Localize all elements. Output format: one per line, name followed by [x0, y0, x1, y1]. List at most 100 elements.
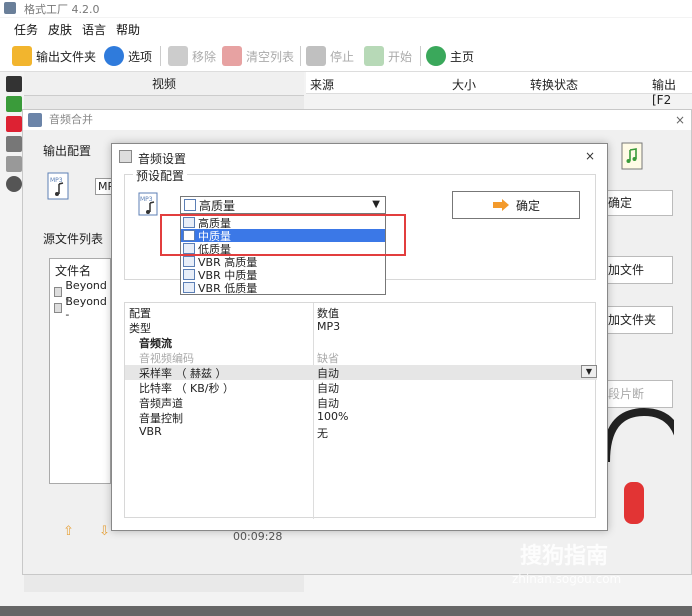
watermark-logo: 搜狗指南: [520, 544, 609, 569]
merge-confirm-button[interactable]: 确定: [597, 190, 673, 216]
close-icon[interactable]: ×: [675, 110, 685, 130]
toolbar-separator: [160, 46, 161, 66]
col-size[interactable]: 大小: [452, 76, 476, 93]
prop-value: 自动: [317, 397, 339, 410]
remove-button[interactable]: 移除: [168, 45, 216, 67]
table-row-section[interactable]: 音频流: [125, 335, 597, 350]
ok-label: 确定: [515, 198, 540, 213]
start-label: 开始: [388, 49, 413, 64]
image-icon[interactable]: [6, 116, 22, 132]
table-header-row: 配置 数值: [125, 305, 597, 320]
watermark-url: zhinan.sogou.com: [512, 572, 622, 586]
toolbar-separator: [300, 46, 301, 66]
add-file-button[interactable]: 加文件: [597, 256, 673, 284]
output-config-label: 输出配置: [43, 144, 92, 158]
preset-option-label: VBR 低质量: [198, 281, 258, 295]
ok-button[interactable]: 确定: [452, 191, 580, 219]
music-note-icon: [183, 282, 195, 293]
start-button[interactable]: 开始: [364, 45, 412, 67]
home-button[interactable]: 主页: [426, 45, 474, 67]
music-file-icon: [621, 142, 643, 170]
prop-value: 自动: [317, 367, 339, 380]
prop-key: 比特率 （ KB/秒 ）: [139, 382, 234, 395]
config-header: 配置: [129, 307, 151, 320]
list-item[interactable]: Beyond -: [54, 295, 110, 321]
music-note-icon: [184, 199, 196, 211]
merge-titlebar: 音频合并 ×: [23, 110, 691, 130]
file-name-header: 文件名: [55, 264, 92, 278]
mp3-file-icon: MP3: [47, 172, 69, 200]
prop-key: 音视频编码: [139, 352, 194, 365]
chevron-down-icon[interactable]: ▼: [581, 365, 597, 378]
value-header: 数值: [317, 307, 339, 320]
table-row[interactable]: 音量控制 100%: [125, 410, 597, 425]
merge-title: 音频合并: [49, 113, 93, 126]
prop-key: 采样率 （ 赫兹 ）: [139, 367, 227, 380]
prop-value: 自动: [317, 382, 339, 395]
stop-button[interactable]: 停止: [306, 45, 354, 67]
prop-section: 音频流: [139, 337, 172, 350]
prop-key: 类型: [129, 322, 151, 335]
app-titlebar: 格式工厂 4.2.0: [0, 0, 692, 17]
chevron-down-icon[interactable]: ▼: [372, 199, 380, 210]
col-output[interactable]: 输出 [F2: [652, 76, 692, 107]
preset-selected: 高质量: [199, 198, 236, 213]
audio-settings-dialog: 音频设置 × 预设配置 MP3 高质量 ▼ 高质量 中质量 低质量 VBR 高质…: [111, 143, 608, 531]
clear-list-label: 清空列表: [246, 49, 295, 64]
preset-dropdown[interactable]: 高质量 ▼: [180, 196, 386, 214]
prop-value: 100%: [317, 410, 349, 423]
prop-value: 缺省: [317, 352, 339, 365]
table-row-selected[interactable]: 采样率 （ 赫兹 ） 自动 ▼: [125, 365, 597, 380]
video-category-header[interactable]: 视频: [24, 72, 304, 96]
move-up-icon[interactable]: ⇧: [63, 524, 74, 539]
preset-label: 预设配置: [133, 167, 188, 184]
table-row[interactable]: 音视频编码 缺省: [125, 350, 597, 365]
options-icon: [104, 46, 124, 66]
properties-table: 配置 数值 类型 MP3 音频流 音视频编码 缺省 采样率 （ 赫兹 ） 自动 …: [124, 302, 597, 519]
home-label: 主页: [450, 49, 475, 64]
stop-label: 停止: [330, 49, 355, 64]
col-status[interactable]: 转换状态: [530, 76, 578, 93]
prop-key: 音频声道: [139, 397, 183, 410]
preset-option[interactable]: VBR 低质量: [181, 281, 385, 295]
menu-help[interactable]: 帮助: [116, 21, 140, 38]
prop-key: VBR: [139, 425, 162, 438]
tools-icon[interactable]: [6, 176, 22, 192]
video-icon[interactable]: [6, 76, 22, 92]
app-title: 格式工厂 4.2.0: [24, 3, 100, 16]
table-row[interactable]: 音频声道 自动: [125, 395, 597, 410]
document-icon[interactable]: [6, 136, 22, 152]
add-folder-button[interactable]: 加文件夹: [597, 306, 673, 334]
audio-icon[interactable]: [6, 96, 22, 112]
start-icon: [364, 46, 384, 66]
menu-bar: 任务 皮肤 语言 帮助: [0, 18, 692, 40]
file-name: Beyond -: [65, 295, 107, 321]
source-file-list[interactable]: 文件名 Beyond - Beyond -: [49, 258, 111, 484]
options-button[interactable]: 选项: [104, 45, 152, 67]
category-sidebar: [4, 72, 24, 212]
table-row[interactable]: 比特率 （ KB/秒 ） 自动: [125, 380, 597, 395]
highlight-box: [160, 214, 406, 256]
options-label: 选项: [128, 49, 153, 64]
menu-skin[interactable]: 皮肤: [48, 21, 72, 38]
music-note-icon: [183, 269, 195, 280]
output-folder-button[interactable]: 输出文件夹: [12, 45, 96, 67]
svg-text:MP3: MP3: [140, 196, 153, 203]
prop-value: MP3: [317, 320, 341, 333]
clear-list-button[interactable]: 清空列表: [222, 45, 294, 67]
settings-icon: [119, 150, 132, 163]
rom-icon[interactable]: [6, 156, 22, 172]
add-folder-label: 加文件夹: [608, 313, 657, 327]
table-row[interactable]: 类型 MP3: [125, 320, 597, 335]
menu-language[interactable]: 语言: [82, 21, 106, 38]
table-row[interactable]: VBR 无: [125, 425, 597, 440]
move-down-icon[interactable]: ⇩: [99, 524, 110, 539]
prop-key: 音量控制: [139, 412, 183, 425]
home-icon: [426, 46, 446, 66]
app-icon: [4, 2, 16, 14]
close-icon[interactable]: ×: [585, 149, 595, 163]
arrow-right-icon: [492, 199, 509, 211]
menu-task[interactable]: 任务: [14, 21, 38, 38]
col-source[interactable]: 来源: [310, 76, 334, 93]
clear-icon: [222, 46, 242, 66]
